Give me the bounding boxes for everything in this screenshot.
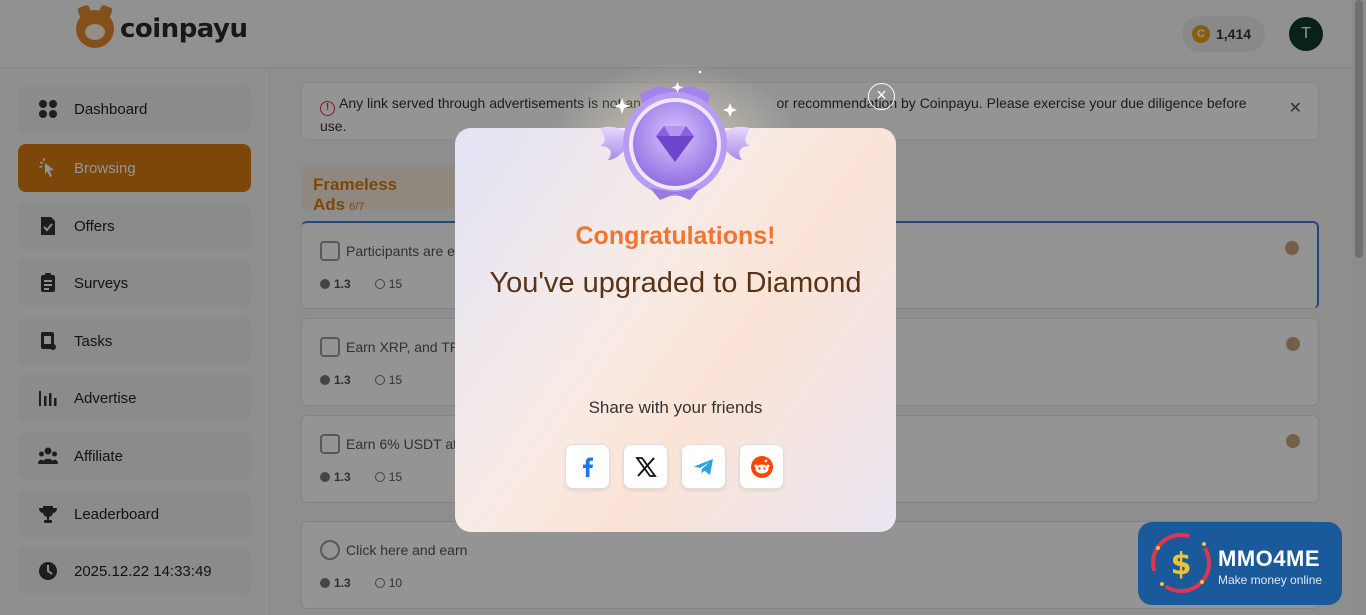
share-buttons — [565, 444, 784, 489]
modal-congrats-title: Congratulations! — [575, 222, 776, 250]
facebook-icon — [582, 457, 593, 477]
telegram-icon — [693, 458, 713, 475]
share-facebook-button[interactable] — [565, 444, 610, 489]
modal-upgrade-message: You've upgraded to Diamond — [489, 267, 862, 299]
share-telegram-button[interactable] — [681, 444, 726, 489]
share-reddit-button[interactable] — [739, 444, 784, 489]
watermark-subtitle: Make money online — [1218, 573, 1323, 587]
share-label: Share with your friends — [588, 398, 763, 417]
share-x-button[interactable] — [623, 444, 668, 489]
watermark-title: MMO4ME — [1218, 546, 1320, 571]
reddit-icon — [750, 455, 773, 478]
x-icon — [634, 456, 657, 477]
svg-text:$: $ — [1171, 547, 1192, 582]
mmo4me-watermark: $ MMO4ME Make money online — [1138, 522, 1342, 605]
diamond-medal-icon — [600, 70, 750, 200]
dollar-logo-icon: $ — [1151, 533, 1211, 593]
close-modal-button[interactable]: × — [868, 83, 895, 110]
